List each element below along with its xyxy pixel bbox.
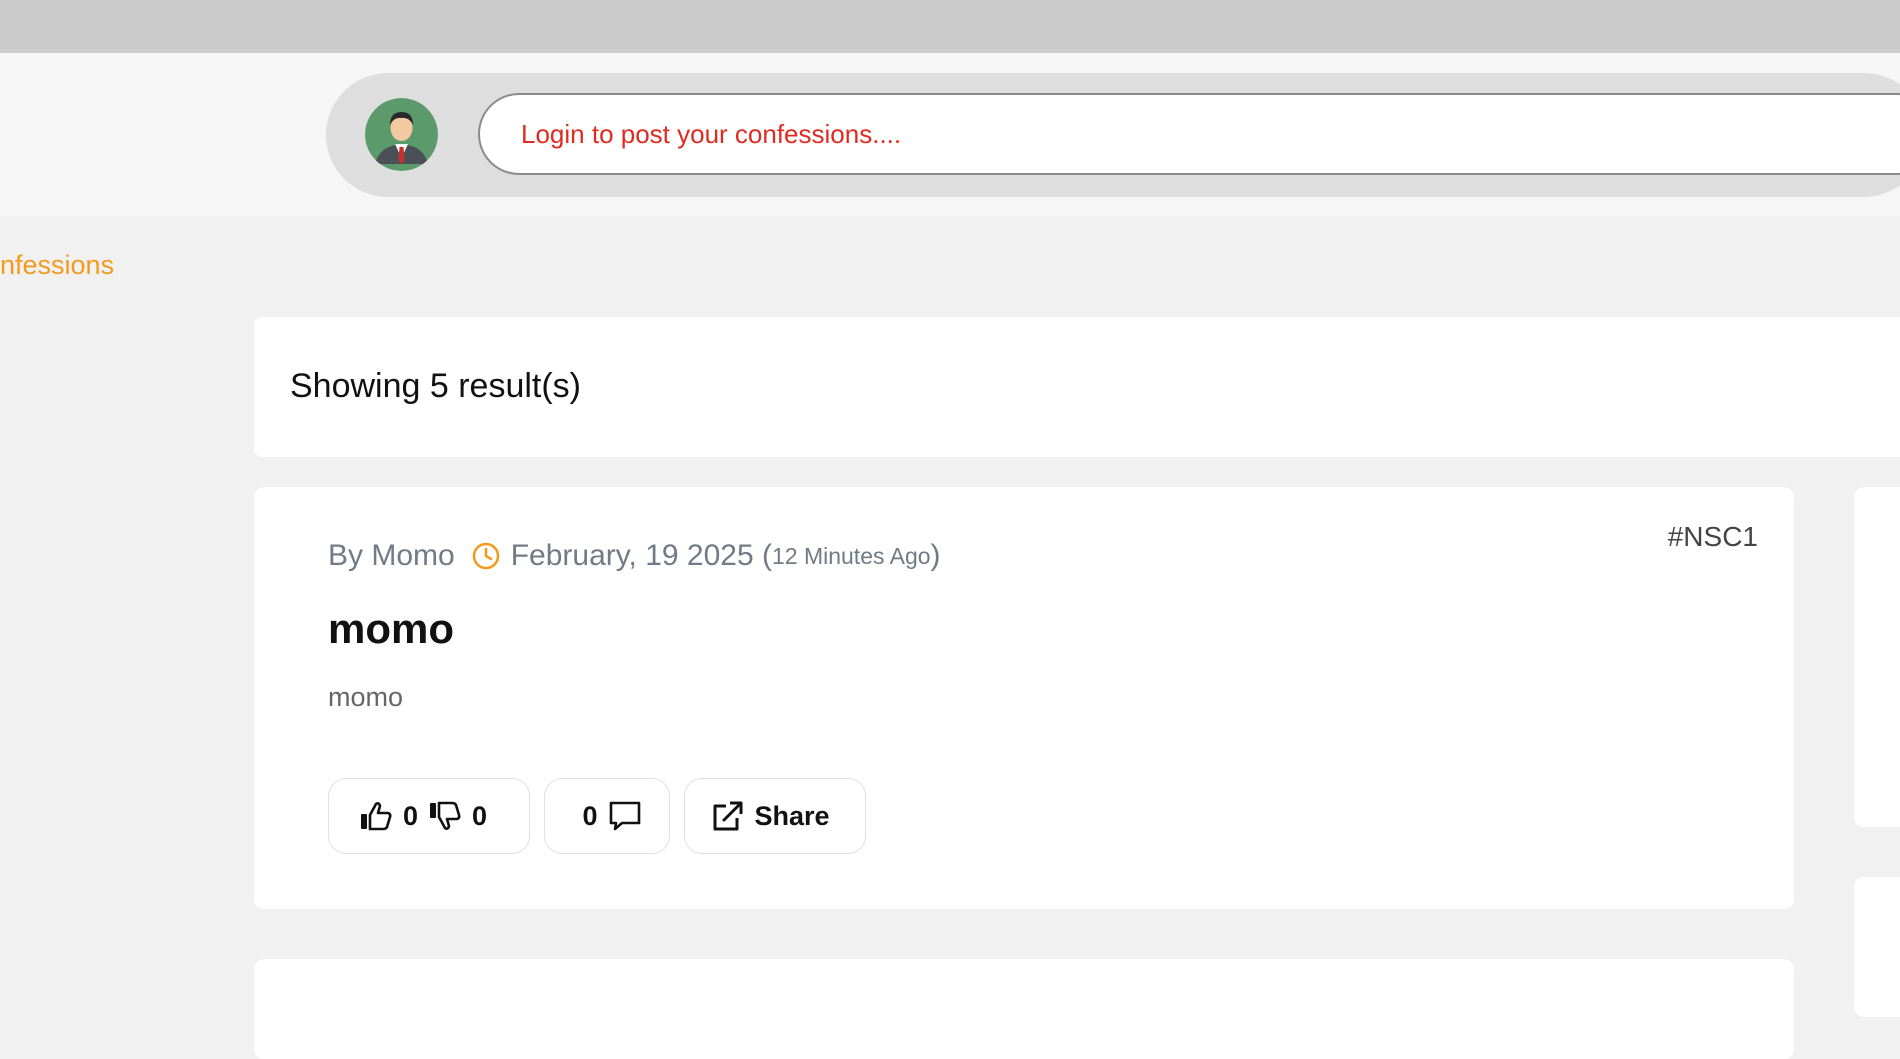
post-card-next [254,959,1794,1059]
post-card: By Momo February, 19 2025 (12 Minutes Ag… [254,487,1794,909]
comments-button[interactable]: 0 [544,778,670,854]
results-count-text: Showing 5 result(s) [290,367,582,405]
nav-link-confessions[interactable]: nfessions [0,250,114,281]
comment-count: 0 [582,800,598,831]
browser-top-strip [0,0,1900,53]
share-button[interactable]: Share [684,778,866,854]
post-tag[interactable]: #NSC1 [1668,521,1758,553]
sidebar-card-2 [1854,877,1900,1017]
post-by-label: By [328,539,364,572]
post-time-ago: 12 Minutes Ago [771,542,931,569]
share-icon [710,799,744,833]
like-count: 0 [403,800,419,831]
login-to-post-input[interactable] [478,93,1900,175]
thumbs-up-icon[interactable] [359,800,393,832]
post-meta: By Momo February, 19 2025 (12 Minutes Ag… [328,539,941,573]
comment-icon [608,800,642,832]
share-label: Share [754,800,830,831]
vote-group: 0 0 [328,778,530,854]
results-summary-card: Showing 5 result(s) [254,317,1900,457]
dislike-count: 0 [472,800,488,831]
post-author[interactable]: Momo [371,539,454,573]
post-title[interactable]: momo [328,605,454,653]
post-body: momo [328,682,404,712]
user-avatar-icon[interactable] [365,98,438,171]
clock-icon [471,541,501,571]
sidebar-card [1854,487,1900,827]
post-date: February, 19 2025 [510,539,754,572]
thumbs-down-icon[interactable] [428,800,462,832]
